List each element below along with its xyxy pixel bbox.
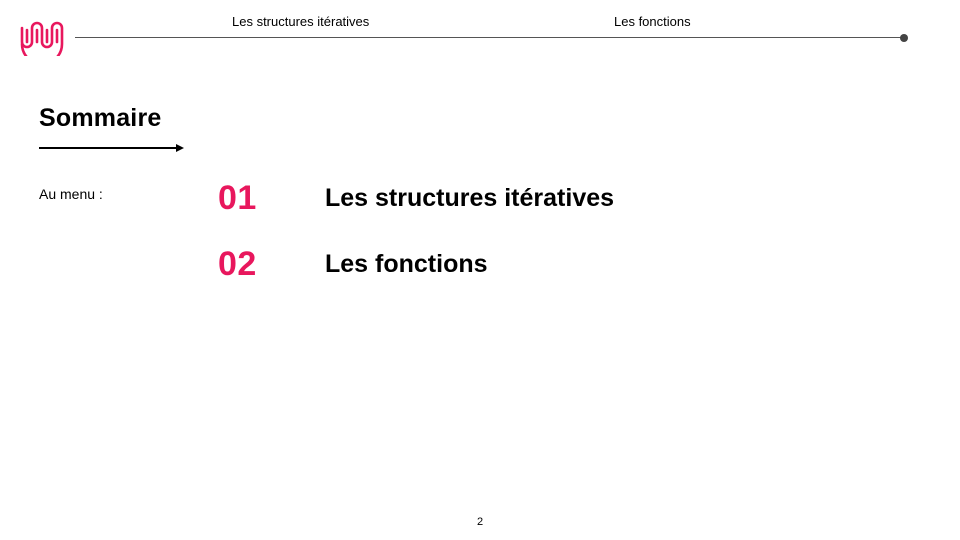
nav-link-fonctions[interactable]: Les fonctions bbox=[614, 14, 691, 29]
progress-line bbox=[75, 37, 905, 38]
menu-item-number: 01 bbox=[218, 179, 257, 217]
page-title: Sommaire bbox=[39, 104, 162, 132]
menu-item-fonctions[interactable]: 02 Les fonctions bbox=[218, 244, 818, 284]
progress-end-dot bbox=[900, 34, 908, 42]
menu-item-number: 02 bbox=[218, 245, 257, 283]
arrow-right-icon bbox=[39, 144, 184, 152]
menu-item-structures-iteratives[interactable]: 01 Les structures itératives bbox=[218, 178, 818, 218]
nav-link-structures-iteratives[interactable]: Les structures itératives bbox=[232, 14, 369, 29]
page-number: 2 bbox=[476, 516, 484, 528]
wave-logo-icon bbox=[20, 21, 64, 56]
menu-label: Au menu : bbox=[39, 186, 103, 202]
menu-item-label: Les fonctions bbox=[325, 250, 488, 278]
menu-item-label: Les structures itératives bbox=[325, 184, 615, 212]
